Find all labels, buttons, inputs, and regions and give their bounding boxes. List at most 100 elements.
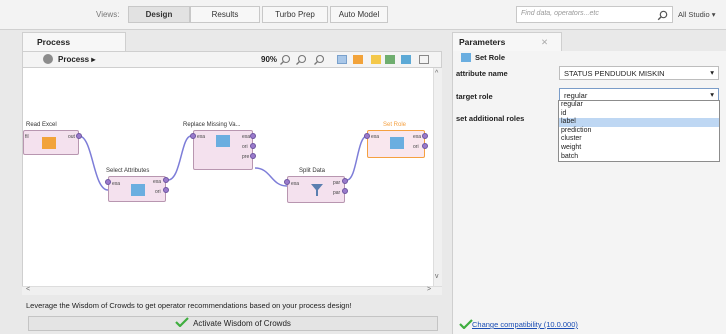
- close-icon[interactable]: ✕: [541, 37, 548, 48]
- split-data-input-port[interactable]: [284, 179, 290, 185]
- set-role-small-icon: [461, 53, 471, 62]
- replace-missing-icon: [216, 135, 230, 147]
- dropdown-arrow-icon[interactable]: ▾: [710, 68, 714, 77]
- select-attributes-output-port-1[interactable]: [163, 177, 169, 183]
- tab-parameters[interactable]: Parameters ✕: [452, 32, 562, 51]
- set-role-port-in: exa: [371, 134, 380, 140]
- set-role-port-out-1: exa: [413, 134, 422, 140]
- tab-design[interactable]: Design: [128, 6, 190, 23]
- process-icon: [43, 54, 53, 64]
- scroll-up-icon[interactable]: ^: [435, 70, 438, 77]
- scroll-left-icon[interactable]: <: [26, 286, 30, 293]
- role-option[interactable]: label: [559, 118, 719, 127]
- target-role-value: regular: [564, 91, 588, 100]
- replace-missing-port-out-1: exa: [242, 134, 251, 140]
- studio-dropdown[interactable]: All Studio ▾: [678, 10, 716, 19]
- read-excel-port-out-label: out: [68, 134, 75, 140]
- set-role-port-out-2: ori: [413, 144, 419, 150]
- role-option[interactable]: weight: [559, 144, 719, 153]
- role-option[interactable]: prediction: [559, 127, 719, 136]
- checkmark-icon: [175, 317, 189, 328]
- role-option[interactable]: cluster: [559, 135, 719, 144]
- replace-missing-output-port-3[interactable]: [250, 153, 256, 159]
- split-data-output-port-1[interactable]: [342, 178, 348, 184]
- attribute-name-select[interactable]: STATUS PENDUDUK MISKIN ▾: [559, 66, 719, 80]
- role-option[interactable]: batch: [559, 153, 719, 162]
- set-role-input-port[interactable]: [364, 133, 370, 139]
- canvas-horizontal-scrollbar[interactable]: < >: [22, 286, 442, 295]
- parameters-tab-label: Parameters: [459, 37, 506, 47]
- change-compatibility-link[interactable]: Change compatibility (10.0.000): [472, 320, 578, 329]
- role-option[interactable]: id: [559, 110, 719, 119]
- replace-missing-port-out-3: pre: [242, 154, 250, 160]
- split-data-port-out-1: par: [333, 180, 341, 186]
- views-label: Views:: [96, 10, 120, 19]
- split-data-port-out-2: par: [333, 190, 341, 196]
- excel-icon: [42, 137, 56, 149]
- split-icon: [311, 184, 323, 196]
- add-note-icon[interactable]: [371, 55, 381, 64]
- process-toolbar: Process ▸ 90%: [22, 51, 442, 68]
- tab-auto-model[interactable]: Auto Model: [330, 6, 388, 23]
- split-data-label: Split Data: [299, 168, 326, 174]
- parameters-panel: Set Role attribute name STATUS PENDUDUK …: [452, 51, 726, 334]
- tab-turbo-prep[interactable]: Turbo Prep: [262, 6, 328, 23]
- canvas-vertical-scrollbar[interactable]: ^ v: [433, 68, 442, 286]
- read-excel-operator[interactable]: fil out: [23, 130, 79, 155]
- connect-icon[interactable]: [385, 55, 395, 64]
- search-input[interactable]: Find data, operators...etc: [516, 6, 673, 23]
- checkmark-icon: [459, 319, 473, 329]
- breadcrumb[interactable]: Process ▸: [58, 55, 95, 64]
- attribute-name-label: attribute name: [456, 69, 508, 78]
- select-attributes-icon: [131, 184, 145, 196]
- replace-missing-port-out-2: ori: [242, 144, 248, 150]
- dropdown-arrow-icon[interactable]: ▾: [710, 90, 714, 99]
- zoom-level: 90%: [261, 55, 278, 64]
- set-role-output-port-1[interactable]: [422, 133, 428, 139]
- replace-missing-output-port-1[interactable]: [250, 133, 256, 139]
- select-attributes-port-out-1: exa: [153, 179, 162, 185]
- select-attributes-port-in: exa: [112, 181, 121, 187]
- maximize-icon[interactable]: [419, 55, 429, 64]
- additional-roles-label: set additional roles: [456, 114, 525, 123]
- search-placeholder: Find data, operators...etc: [521, 10, 599, 17]
- select-attributes-input-port[interactable]: [105, 179, 111, 185]
- split-data-output-port-2[interactable]: [342, 188, 348, 194]
- process-canvas[interactable]: Read Excel fil out Select Attributes exa…: [22, 68, 433, 286]
- split-data-port-in: exa: [291, 181, 300, 187]
- breakpoint-icon[interactable]: [353, 55, 363, 64]
- scroll-down-icon[interactable]: v: [435, 273, 439, 280]
- set-role-label: Set Role: [383, 122, 407, 128]
- zoom-fit-icon[interactable]: [313, 54, 325, 66]
- auto-position-icon[interactable]: [337, 55, 347, 64]
- execution-order-icon[interactable]: [401, 55, 411, 64]
- set-role-icon: [390, 137, 404, 149]
- target-role-label: target role: [456, 92, 493, 101]
- search-icon[interactable]: [657, 10, 668, 21]
- set-role-output-port-2[interactable]: [422, 143, 428, 149]
- select-attributes-label: Select Attributes: [106, 168, 150, 174]
- tab-process[interactable]: Process: [22, 32, 126, 51]
- zoom-out-icon[interactable]: [295, 54, 307, 66]
- activate-wisdom-button[interactable]: Activate Wisdom of Crowds: [28, 316, 438, 331]
- read-excel-label: Read Excel: [26, 122, 57, 128]
- role-option[interactable]: regular: [559, 101, 719, 110]
- replace-missing-input-port[interactable]: [190, 133, 196, 139]
- set-role-operator[interactable]: exa exa ori: [367, 130, 425, 158]
- parameters-tabbar: Parameters ✕: [452, 32, 726, 51]
- select-attributes-output-port-2[interactable]: [163, 187, 169, 193]
- process-tabbar: Process: [22, 32, 442, 51]
- attribute-name-value: STATUS PENDUDUK MISKIN: [564, 69, 665, 78]
- split-data-operator[interactable]: exa par par: [287, 176, 345, 203]
- replace-missing-label: Replace Missing Va...: [183, 122, 241, 128]
- read-excel-output-port[interactable]: [76, 133, 82, 139]
- zoom-in-icon[interactable]: [279, 54, 291, 66]
- operator-name: Set Role: [475, 53, 506, 62]
- top-toolbar: Views: Design Results Turbo Prep Auto Mo…: [0, 0, 726, 30]
- select-attributes-port-out-2: ori: [155, 189, 161, 195]
- replace-missing-operator[interactable]: exa exa ori pre: [193, 130, 253, 170]
- select-attributes-operator[interactable]: exa exa ori: [108, 176, 166, 202]
- tab-results[interactable]: Results: [190, 6, 260, 23]
- scroll-right-icon[interactable]: >: [427, 286, 431, 293]
- replace-missing-output-port-2[interactable]: [250, 143, 256, 149]
